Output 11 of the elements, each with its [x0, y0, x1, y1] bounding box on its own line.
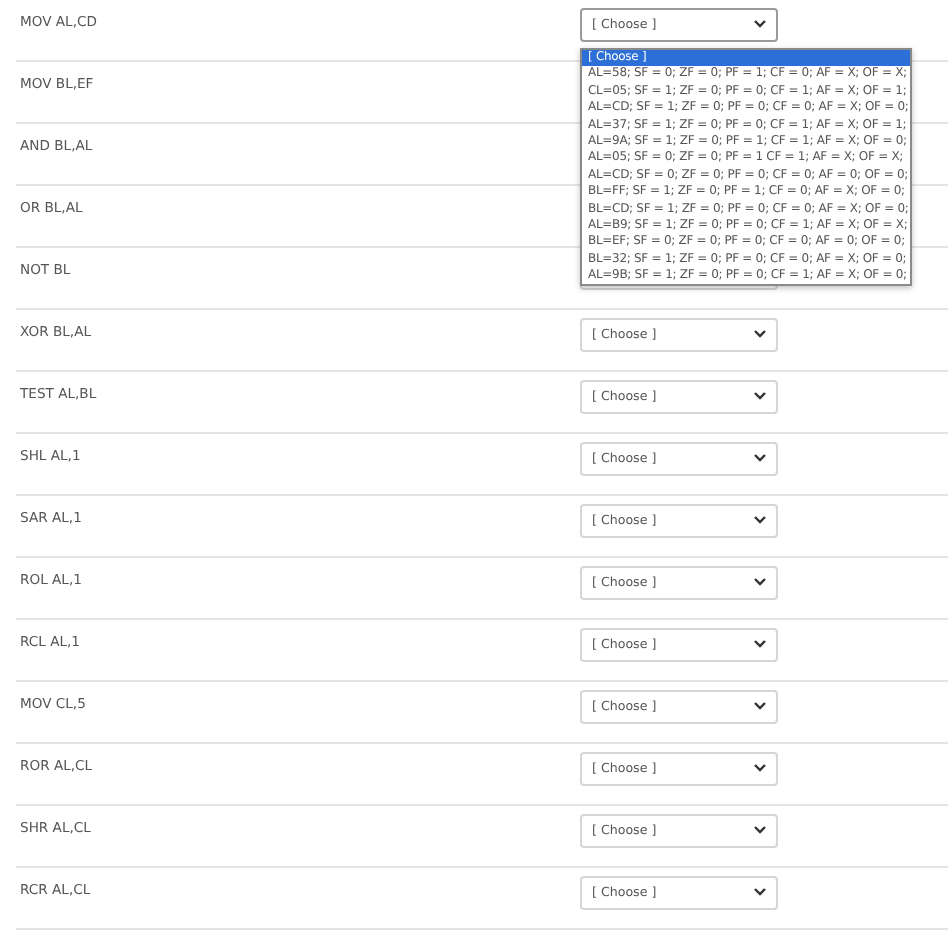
chevron-down-icon: [754, 826, 766, 834]
chevron-down-icon: [754, 764, 766, 772]
chevron-down-icon: [754, 516, 766, 524]
chevron-down-icon: [754, 392, 766, 400]
chevron-down-icon: [754, 888, 766, 896]
chevron-down-icon: [754, 20, 766, 28]
chevron-down-icon: [754, 578, 766, 586]
chevron-down-icon: [754, 330, 766, 338]
chevron-down-icon: [754, 702, 766, 710]
chevron-down-icon: [754, 454, 766, 462]
chevron-down-icon: [754, 640, 766, 648]
